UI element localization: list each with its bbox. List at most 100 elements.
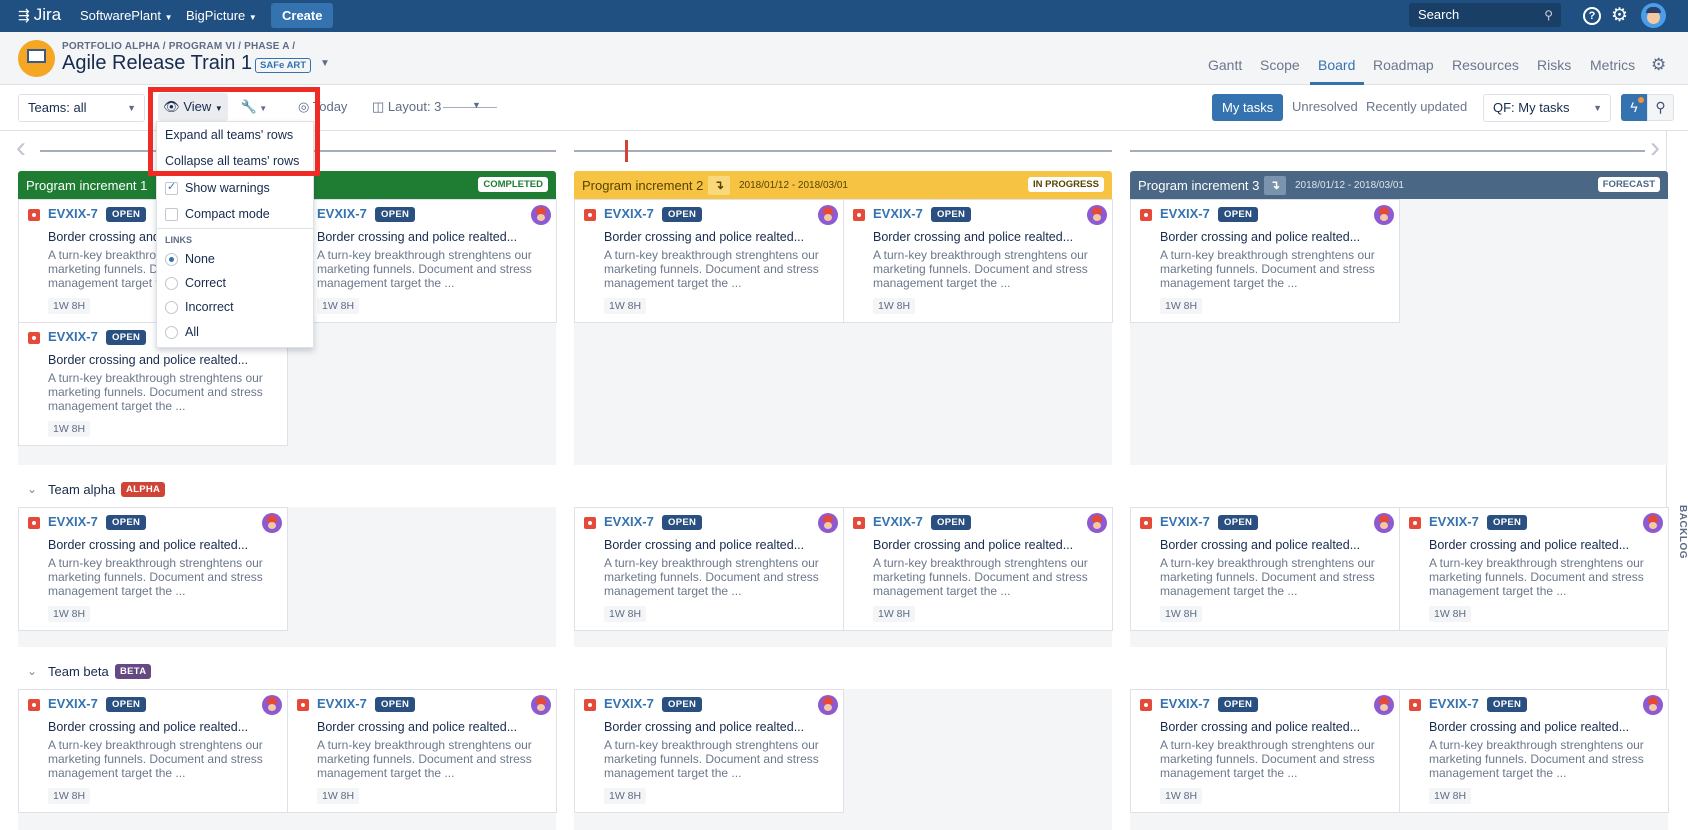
issue-key[interactable]: EVXIX-7: [604, 514, 654, 529]
assignee-avatar[interactable]: [818, 205, 838, 225]
search-input[interactable]: Search ⚲: [1409, 3, 1561, 27]
assignee-avatar[interactable]: [818, 695, 838, 715]
pi-header-2[interactable]: Program increment 2 ↴ 2018/01/12 - 2018/…: [574, 171, 1112, 199]
issue-card[interactable]: EVXIX-7 OPEN Border crossing and police re…: [1399, 507, 1669, 631]
links-correct-label[interactable]: Correct: [185, 276, 226, 290]
issue-key[interactable]: EVXIX-7: [48, 514, 98, 529]
issue-key[interactable]: EVXIX-7: [1429, 696, 1479, 711]
issue-card[interactable]: EVXIX-7 OPEN Border crossing and police re…: [287, 199, 557, 323]
tab-scope[interactable]: Scope: [1260, 57, 1300, 73]
issue-card[interactable]: EVXIX-7 OPEN Border crossing and police re…: [18, 689, 288, 813]
collapse-icon[interactable]: ↴: [1264, 176, 1286, 195]
jira-logo[interactable]: ⇶ Jira: [18, 5, 61, 25]
chevron-down-icon[interactable]: ⌄: [27, 664, 37, 678]
issue-card[interactable]: EVXIX-7 OPEN Border crossing and police re…: [1130, 689, 1400, 813]
assignee-avatar[interactable]: [818, 513, 838, 533]
issue-card[interactable]: EVXIX-7 OPEN Border crossing and police re…: [1130, 507, 1400, 631]
bug-icon: [1140, 699, 1152, 711]
issue-description: A turn-key breakthrough strenghtens our …: [1160, 556, 1375, 598]
tab-resources[interactable]: Resources: [1452, 57, 1519, 73]
collapse-icon[interactable]: ↴: [708, 176, 730, 195]
assignee-avatar[interactable]: [531, 695, 551, 715]
notifications-button[interactable]: ϟ: [1621, 94, 1647, 121]
user-avatar[interactable]: [1641, 3, 1666, 28]
assignee-avatar[interactable]: [1374, 205, 1394, 225]
issue-card[interactable]: EVXIX-7 OPEN Border crossing and police re…: [843, 199, 1113, 323]
menu-bigpicture[interactable]: BigPicture ▼: [186, 8, 257, 23]
timeline-next-arrow[interactable]: ›: [1650, 131, 1660, 165]
links-incorrect-label[interactable]: Incorrect: [185, 300, 234, 314]
issue-key[interactable]: EVXIX-7: [873, 514, 923, 529]
backlog-panel[interactable]: [1666, 131, 1688, 830]
assignee-avatar[interactable]: [1374, 513, 1394, 533]
tab-risks[interactable]: Risks: [1537, 57, 1571, 73]
team-beta-label[interactable]: Team beta: [48, 664, 109, 679]
issue-key[interactable]: EVXIX-7: [48, 696, 98, 711]
create-button[interactable]: Create: [271, 3, 334, 28]
issue-key[interactable]: EVXIX-7: [1160, 514, 1210, 529]
assignee-avatar[interactable]: [1374, 695, 1394, 715]
links-all-radio[interactable]: [165, 326, 178, 339]
assignee-avatar[interactable]: [1643, 513, 1663, 533]
layout-control[interactable]: ◫ Layout: 3: [372, 93, 441, 121]
issue-card[interactable]: EVXIX-7 OPEN Border crossing and police re…: [574, 199, 844, 323]
pi-header-3[interactable]: Program increment 3 ↴ 2018/01/12 - 2018/…: [1130, 171, 1668, 199]
status-badge: OPEN: [375, 207, 416, 222]
tab-roadmap[interactable]: Roadmap: [1373, 57, 1434, 73]
help-icon[interactable]: ?: [1583, 7, 1601, 25]
issue-key[interactable]: EVXIX-7: [873, 206, 923, 221]
issue-card[interactable]: EVXIX-7 OPEN Border crossing and police re…: [1130, 199, 1400, 323]
teams-select[interactable]: Teams: all ▼: [18, 94, 145, 122]
issue-key[interactable]: EVXIX-7: [317, 206, 367, 221]
layout-slider[interactable]: [443, 107, 497, 108]
tab-board[interactable]: Board: [1318, 57, 1355, 73]
issue-key[interactable]: EVXIX-7: [604, 696, 654, 711]
links-none-radio[interactable]: [165, 253, 178, 266]
breadcrumb[interactable]: PORTFOLIO ALPHA / PROGRAM VI / PHASE A /: [62, 41, 295, 52]
title-dropdown-caret[interactable]: ▼: [320, 58, 330, 69]
issue-card[interactable]: EVXIX-7 OPEN Border crossing and police re…: [574, 507, 844, 631]
layout-slider-handle[interactable]: ▼: [472, 100, 481, 110]
backlog-label[interactable]: BACKLOG: [1668, 505, 1688, 559]
assignee-avatar[interactable]: [262, 513, 282, 533]
links-all-label[interactable]: All: [185, 325, 199, 339]
quick-filter-my-tasks[interactable]: My tasks: [1212, 94, 1284, 121]
links-none-label[interactable]: None: [185, 252, 215, 266]
issue-card[interactable]: EVXIX-7 OPEN Border crossing and police re…: [1399, 689, 1669, 813]
compact-mode-label[interactable]: Compact mode: [185, 207, 270, 221]
issue-key[interactable]: EVXIX-7: [604, 206, 654, 221]
compact-mode-checkbox[interactable]: [165, 208, 178, 221]
show-warnings-checkbox[interactable]: [165, 180, 178, 195]
assignee-avatar[interactable]: [531, 205, 551, 225]
issue-card[interactable]: EVXIX-7 OPEN Border crossing and police re…: [843, 507, 1113, 631]
issue-key[interactable]: EVXIX-7: [317, 696, 367, 711]
settings-icon[interactable]: ⚙: [1611, 4, 1628, 27]
easel-icon: [27, 49, 46, 63]
assignee-avatar[interactable]: [1087, 205, 1107, 225]
tab-gantt[interactable]: Gantt: [1208, 57, 1242, 73]
issue-key[interactable]: EVXIX-7: [1429, 514, 1479, 529]
issue-key[interactable]: EVXIX-7: [1160, 206, 1210, 221]
quick-filter-recently-updated[interactable]: Recently updated: [1366, 99, 1467, 114]
menu-softwareplant[interactable]: SoftwarePlant ▼: [80, 8, 172, 23]
tab-metrics[interactable]: Metrics: [1590, 57, 1635, 73]
assignee-avatar[interactable]: [1087, 513, 1107, 533]
quick-filter-unresolved[interactable]: Unresolved: [1292, 99, 1358, 114]
chevron-down-icon[interactable]: ⌄: [27, 482, 37, 496]
issue-key[interactable]: EVXIX-7: [1160, 696, 1210, 711]
issue-card[interactable]: EVXIX-7 OPEN Border crossing and police re…: [287, 689, 557, 813]
team-alpha-label[interactable]: Team alpha: [48, 482, 115, 497]
issue-key[interactable]: EVXIX-7: [48, 329, 98, 344]
links-incorrect-radio[interactable]: [165, 301, 178, 314]
links-correct-radio[interactable]: [165, 277, 178, 290]
assignee-avatar[interactable]: [262, 695, 282, 715]
board-settings-icon[interactable]: ⚙: [1651, 55, 1666, 75]
board-search-button[interactable]: ⚲: [1647, 94, 1674, 121]
quick-filter-select[interactable]: QF: My tasks ▼: [1483, 94, 1611, 122]
issue-key[interactable]: EVXIX-7: [48, 206, 98, 221]
show-warnings-label[interactable]: Show warnings: [185, 181, 270, 195]
timeline-prev-arrow[interactable]: ‹: [16, 131, 26, 165]
issue-card[interactable]: EVXIX-7 OPEN Border crossing and police re…: [18, 507, 288, 631]
assignee-avatar[interactable]: [1643, 695, 1663, 715]
issue-card[interactable]: EVXIX-7 OPEN Border crossing and police re…: [574, 689, 844, 813]
